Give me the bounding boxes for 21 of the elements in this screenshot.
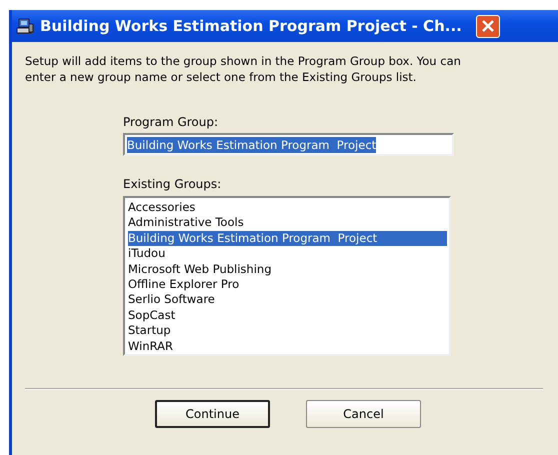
field-value: Building Works Estimation Program Project	[127, 136, 376, 152]
list-item[interactable]: Offline Explorer Pro	[128, 277, 447, 292]
list-item[interactable]: SopCast	[128, 308, 447, 324]
close-button[interactable]	[476, 14, 500, 38]
list-item[interactable]: Serlio Software	[128, 292, 447, 308]
list-item[interactable]: WinRAR	[128, 338, 447, 354]
window-title: Building Works Estimation Program Project - Ch...	[40, 17, 462, 35]
continue-button[interactable]: Continue	[155, 400, 270, 428]
program-group-field[interactable]: Building Works Estimation Program Project	[123, 133, 454, 156]
list-item[interactable]: Accessories	[128, 200, 447, 216]
list-item[interactable]: Building Works Estimation Program Project	[128, 230, 447, 246]
cancel-button[interactable]: Cancel	[306, 400, 421, 428]
close-icon	[480, 19, 495, 33]
intro-text: Setup will add items to the group shown in the Program Group box. You can enter a new group name or select one from the Existing Groups list.	[25, 54, 462, 85]
list-label: Existing Groups:	[123, 177, 222, 192]
list-item[interactable]: Administrative Tools	[128, 215, 447, 231]
list-item[interactable]: Microsoft Web Publishing	[128, 262, 447, 278]
field-label: Program Group:	[123, 115, 218, 130]
computer-icon	[16, 18, 34, 34]
list-item[interactable]: iTudou	[128, 246, 447, 262]
list-item[interactable]: Startup	[128, 323, 447, 339]
